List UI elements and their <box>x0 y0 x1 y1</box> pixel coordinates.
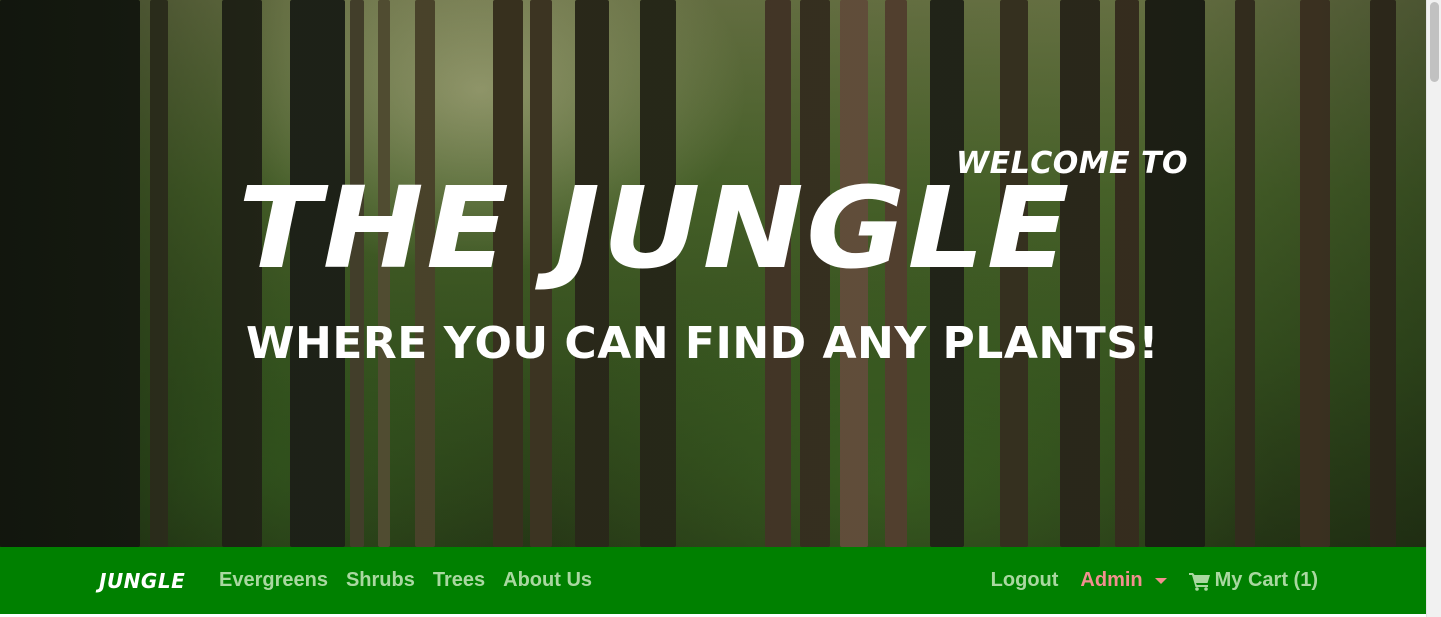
shopping-cart-icon <box>1188 572 1210 591</box>
nav-user-actions: Logout Admin My Cart (1) <box>991 569 1318 592</box>
chevron-down-icon <box>1154 577 1167 584</box>
nav-links: Evergreens Shrubs Trees About Us <box>219 569 592 592</box>
hero-subtitle: WHERE YOU CAN FIND ANY PLANTS! <box>246 318 1159 369</box>
nav-link-evergreens[interactable]: Evergreens <box>219 569 328 592</box>
cart-label: My Cart (1) <box>1214 569 1318 591</box>
hero-banner: WELCOME TO THE JUNGLE WHERE YOU CAN FIND… <box>0 0 1426 547</box>
admin-dropdown[interactable]: Admin <box>1080 569 1167 592</box>
hero-title: THE JUNGLE <box>238 164 1072 294</box>
nav-link-trees[interactable]: Trees <box>433 569 485 592</box>
nav-link-about-us[interactable]: About Us <box>503 569 592 592</box>
admin-dropdown-label: Admin <box>1080 569 1143 591</box>
brand-logo-link[interactable]: JUNGLE <box>99 569 185 593</box>
nav-link-shrubs[interactable]: Shrubs <box>346 569 415 592</box>
main-navbar: JUNGLE Evergreens Shrubs Trees About Us … <box>0 547 1426 614</box>
vertical-scrollbar[interactable] <box>1426 0 1441 617</box>
scrollbar-thumb[interactable] <box>1430 2 1439 82</box>
logout-link[interactable]: Logout <box>991 569 1059 592</box>
cart-link[interactable]: My Cart (1) <box>1188 569 1318 592</box>
